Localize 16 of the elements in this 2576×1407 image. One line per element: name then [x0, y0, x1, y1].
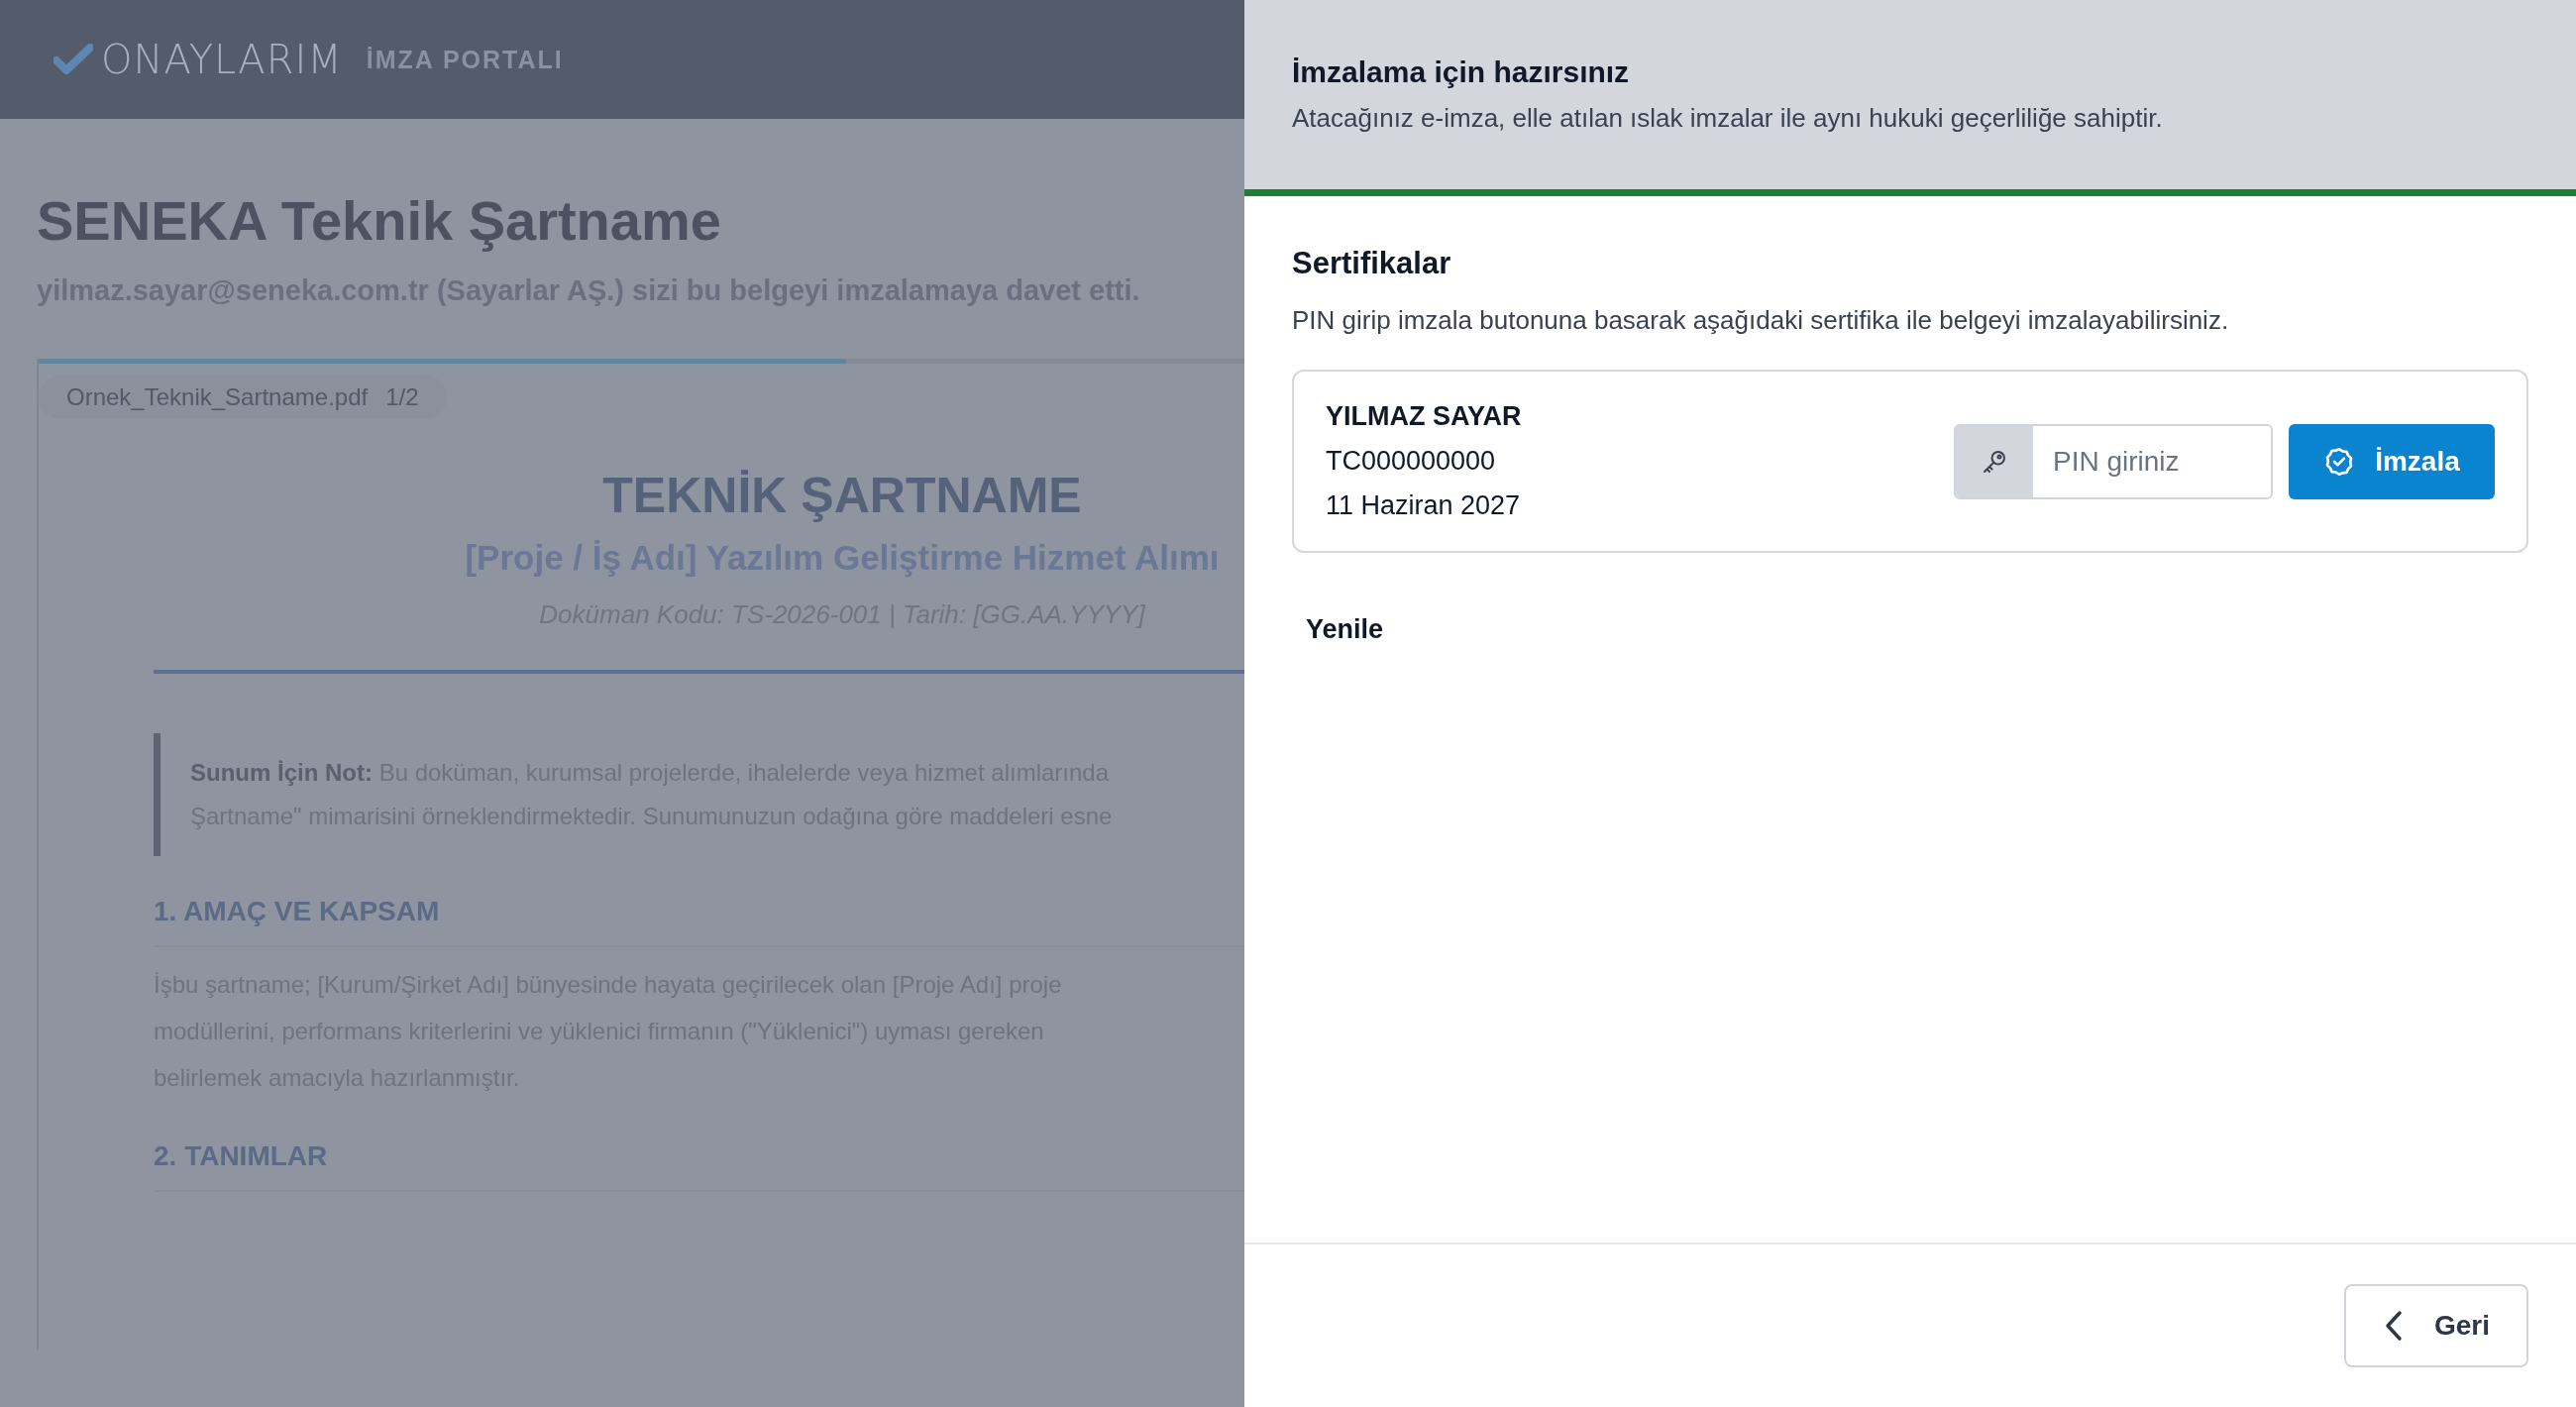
pin-field[interactable]: PIN giriniz [1954, 423, 2273, 499]
drawer-description: Atacağınız e-imza, elle atılan ıslak imzalar ile aynı hukuki geçerliliğe sahiptir. [1292, 103, 2164, 134]
certificate-name: YILMAZ SAYAR [1326, 401, 1523, 432]
back-button[interactable]: Geri [2344, 1284, 2528, 1367]
drawer-title: İmzalama için hazırsınız [1292, 55, 1631, 89]
chevron-left-icon [2383, 1309, 2405, 1343]
section-description: PIN girip imzala butonuna basarak aşağıdaki sertifika ile belgeyi imzalayabilirsiniz. [1292, 305, 2230, 336]
document-title: SENEKA Teknik Şartname [37, 188, 722, 253]
section-title: Sertifikalar [1292, 246, 1452, 281]
certificate-expiry: 11 Haziran 2027 [1326, 490, 1522, 521]
refresh-button[interactable]: Yenile [1292, 610, 1398, 649]
logo-text: ONAYLARIM [101, 37, 343, 82]
sign-button[interactable]: İmzala [2289, 423, 2495, 499]
check-icon [54, 44, 93, 75]
certificate-id: TC000000000 [1326, 446, 1497, 477]
page-title: TEKNİK ŞARTNAME [601, 467, 1083, 524]
